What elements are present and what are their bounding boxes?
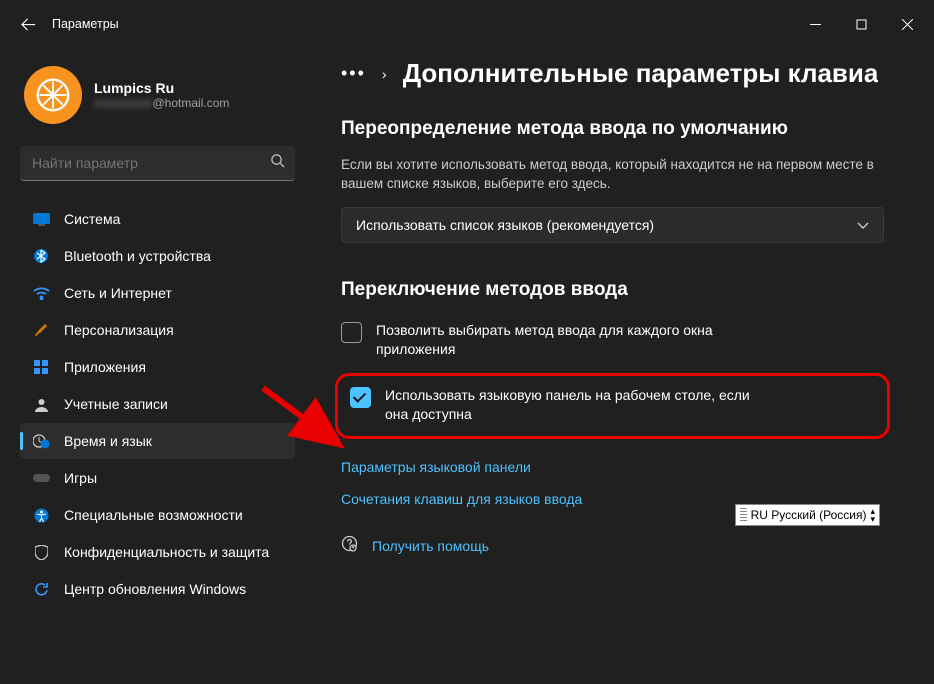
langbar-text: RU Русский (Россия) — [751, 508, 867, 522]
shield-icon — [32, 543, 50, 561]
checkbox-row-langbar: Использовать языковую панель на рабочем … — [350, 386, 875, 424]
profile-name: Lumpics Ru — [94, 80, 229, 96]
nav-system[interactable]: Система — [20, 201, 295, 237]
accessibility-icon — [32, 506, 50, 524]
nav-apps[interactable]: Приложения — [20, 349, 295, 385]
drag-handle-icon[interactable] — [740, 508, 747, 522]
nav-time-language[interactable]: Время и язык — [20, 423, 295, 459]
help-icon — [341, 535, 358, 557]
search-box[interactable] — [20, 146, 295, 181]
section-switching-title: Переключение методов ввода — [341, 279, 884, 301]
nav-accounts[interactable]: Учетные записи — [20, 386, 295, 422]
clock-globe-icon — [32, 432, 50, 450]
update-icon — [32, 580, 50, 598]
link-langbar-options[interactable]: Параметры языковой панели — [341, 459, 884, 475]
profile-email: xxxxxxxxx@hotmail.com — [94, 96, 229, 110]
gamepad-icon — [32, 469, 50, 487]
chevron-down-icon — [857, 217, 869, 233]
search-icon — [270, 153, 285, 173]
brush-icon — [32, 321, 50, 339]
main-content: ••• › Дополнительные параметры клавиа Пе… — [305, 48, 934, 684]
profile-block[interactable]: Lumpics Ru xxxxxxxxx@hotmail.com — [24, 66, 291, 124]
floating-language-bar[interactable]: RU Русский (Россия) ▴▾ — [735, 504, 880, 526]
back-button[interactable] — [12, 8, 44, 40]
search-input[interactable] — [30, 154, 270, 172]
page-title: Дополнительные параметры клавиа — [403, 58, 879, 89]
nav-gaming[interactable]: Игры — [20, 460, 295, 496]
checkbox-row-per-window: Позволить выбирать метод ввода для каждо… — [341, 321, 884, 359]
highlight-box: Использовать языковую панель на рабочем … — [335, 373, 890, 439]
maximize-button[interactable] — [838, 8, 884, 40]
breadcrumb: ••• › Дополнительные параметры клавиа — [341, 58, 884, 89]
langbar-menu-icon[interactable]: ▴▾ — [870, 507, 875, 523]
nav-windows-update[interactable]: Центр обновления Windows — [20, 571, 295, 607]
avatar — [24, 66, 82, 124]
minimize-button[interactable] — [792, 8, 838, 40]
nav-privacy[interactable]: Конфиденциальность и защита — [20, 534, 295, 570]
nav-network[interactable]: Сеть и Интернет — [20, 275, 295, 311]
nav-accessibility[interactable]: Специальные возможности — [20, 497, 295, 533]
help-link[interactable]: Получить помощь — [372, 538, 489, 554]
section-override-desc: Если вы хотите использовать метод ввода,… — [341, 156, 884, 194]
checkbox-label: Использовать языковую панель на рабочем … — [385, 386, 765, 424]
get-help-row[interactable]: Получить помощь — [341, 535, 884, 557]
window-title: Параметры — [52, 17, 119, 31]
checkbox-label: Позволить выбирать метод ввода для каждо… — [376, 321, 756, 359]
sidebar: Lumpics Ru xxxxxxxxx@hotmail.com Система… — [0, 48, 305, 684]
section-override-title: Переопределение метода ввода по умолчани… — [341, 117, 884, 142]
checkbox-per-window[interactable] — [341, 322, 362, 343]
chevron-right-icon: › — [382, 66, 387, 82]
nav-bluetooth[interactable]: Bluetooth и устройства — [20, 238, 295, 274]
nav-personalization[interactable]: Персонализация — [20, 312, 295, 348]
input-method-dropdown[interactable]: Использовать список языков (рекомендуетс… — [341, 207, 884, 243]
monitor-icon — [32, 210, 50, 228]
breadcrumb-more-icon[interactable]: ••• — [341, 63, 366, 84]
apps-icon — [32, 358, 50, 376]
bluetooth-icon — [32, 247, 50, 265]
wifi-icon — [32, 284, 50, 302]
checkbox-use-langbar[interactable] — [350, 387, 371, 408]
user-icon — [32, 395, 50, 413]
close-button[interactable] — [884, 8, 930, 40]
